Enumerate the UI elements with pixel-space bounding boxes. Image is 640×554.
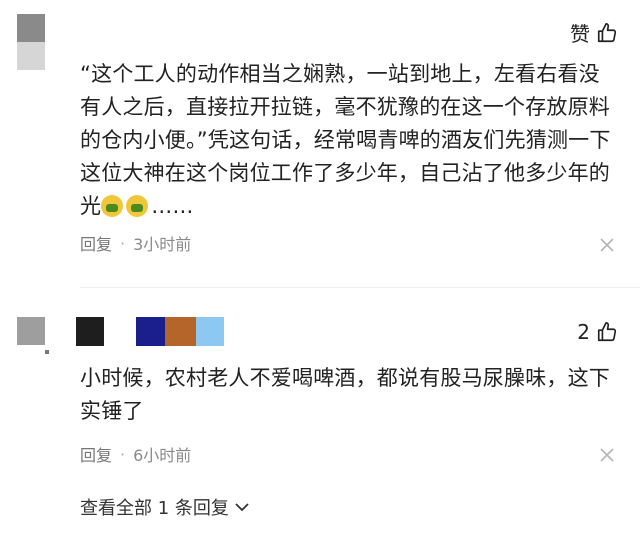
timestamp: 3小时前: [133, 235, 192, 254]
like-label: 赞: [570, 22, 590, 46]
thumbs-up-icon: [597, 22, 617, 42]
like-count: 2: [577, 320, 590, 344]
username[interactable]: [76, 317, 104, 346]
divider: [80, 287, 640, 288]
timestamp: 6小时前: [133, 446, 192, 465]
comment-meta: 回复 · 3小时前: [80, 231, 191, 255]
comment-text: 小时候，农村老人不爱喝啤酒，都说有股马尿臊味，这下实锤了: [80, 366, 610, 423]
comment-meta: 回复 · 6小时前: [80, 442, 191, 466]
comment-text: “这个工人的动作相当之娴熟，一站到地上，左看右看没有人之后，直接拉开拉链，毫不犹…: [80, 62, 611, 218]
avatar[interactable]: [17, 14, 45, 70]
chevron-down-icon: [235, 503, 249, 512]
close-icon[interactable]: [600, 448, 614, 462]
like-button[interactable]: 2: [577, 320, 618, 344]
nauseated-face-icon: [101, 195, 124, 217]
separator: ·: [120, 444, 126, 464]
close-icon[interactable]: [600, 238, 614, 252]
thumbs-up-icon: [597, 322, 617, 342]
reply-button[interactable]: 回复: [80, 442, 112, 466]
reply-button[interactable]: 回复: [80, 231, 112, 255]
expand-replies-button[interactable]: 查看全部 1 条回复: [80, 494, 249, 520]
user-badges: [136, 317, 224, 346]
separator: ·: [120, 233, 126, 253]
nauseated-face-icon: [126, 195, 149, 217]
expand-replies-label: 查看全部 1 条回复: [80, 498, 229, 519]
avatar-badge: [45, 350, 49, 354]
avatar[interactable]: [17, 317, 45, 373]
like-button[interactable]: 赞: [570, 18, 618, 47]
